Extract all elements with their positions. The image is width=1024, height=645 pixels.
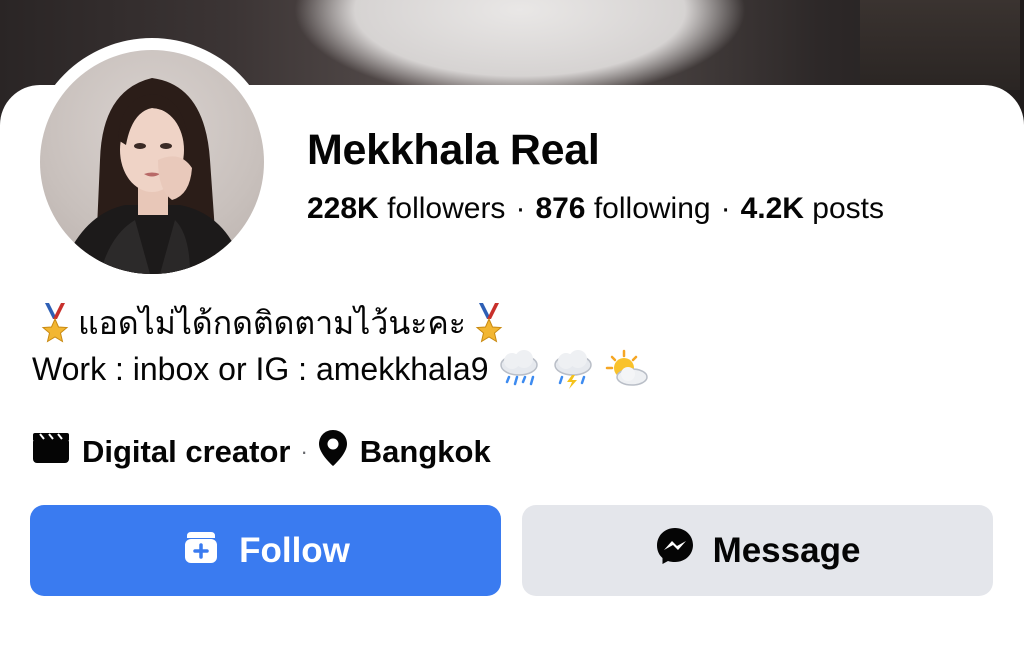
following-label: following	[593, 192, 711, 225]
message-button[interactable]: Message	[522, 505, 993, 596]
profile-meta: Digital creator · Bangkok	[32, 429, 491, 475]
follow-label: Follow	[239, 530, 350, 570]
bio-line-1: แอดไม่ได้กดติดตามไว้นะคะ	[32, 300, 650, 346]
meta-separator: ·	[300, 439, 308, 464]
bio-line-2: Work : inbox or IG : amekkhala9	[32, 346, 650, 392]
profile-bio: แอดไม่ได้กดติดตามไว้นะคะ Work : inbox or…	[32, 300, 650, 392]
medal-icon	[38, 303, 72, 343]
location-pin-icon	[318, 429, 348, 475]
stats-separator: ·	[515, 192, 526, 225]
clapperboard-icon	[32, 432, 70, 472]
followers-label: followers	[387, 192, 506, 225]
add-friend-icon	[181, 526, 221, 575]
location-label[interactable]: Bangkok	[360, 434, 491, 470]
messenger-icon	[655, 526, 695, 575]
follow-button[interactable]: Follow	[30, 505, 501, 596]
avatar[interactable]	[40, 50, 264, 274]
stats-separator: ·	[720, 192, 731, 225]
bio-text-thai: แอดไม่ได้กดติดตามไว้นะคะ	[78, 305, 466, 341]
profile-name: Mekkhala Real	[307, 126, 600, 174]
followers-stat[interactable]: 228K followers	[307, 192, 505, 225]
posts-count: 4.2K	[740, 192, 804, 225]
posts-stat: 4.2K posts	[741, 192, 884, 225]
message-label: Message	[712, 530, 861, 570]
following-count: 876	[535, 192, 586, 225]
medal-icon	[472, 303, 506, 343]
followers-count: 228K	[307, 192, 379, 225]
cover-photo-detail	[860, 0, 1020, 90]
posts-label: posts	[812, 192, 885, 225]
thunderstorm-cloud-icon	[550, 349, 596, 389]
rain-cloud-icon	[496, 349, 542, 389]
bio-text-work: Work : inbox or IG : amekkhala9	[32, 351, 489, 387]
sun-behind-cloud-icon	[604, 349, 650, 389]
avatar-image	[60, 78, 245, 274]
profile-stats: 228K followers · 876 following · 4.2K posts	[307, 190, 884, 228]
category-label: Digital creator	[82, 434, 291, 469]
following-stat[interactable]: 876 following	[535, 192, 710, 225]
